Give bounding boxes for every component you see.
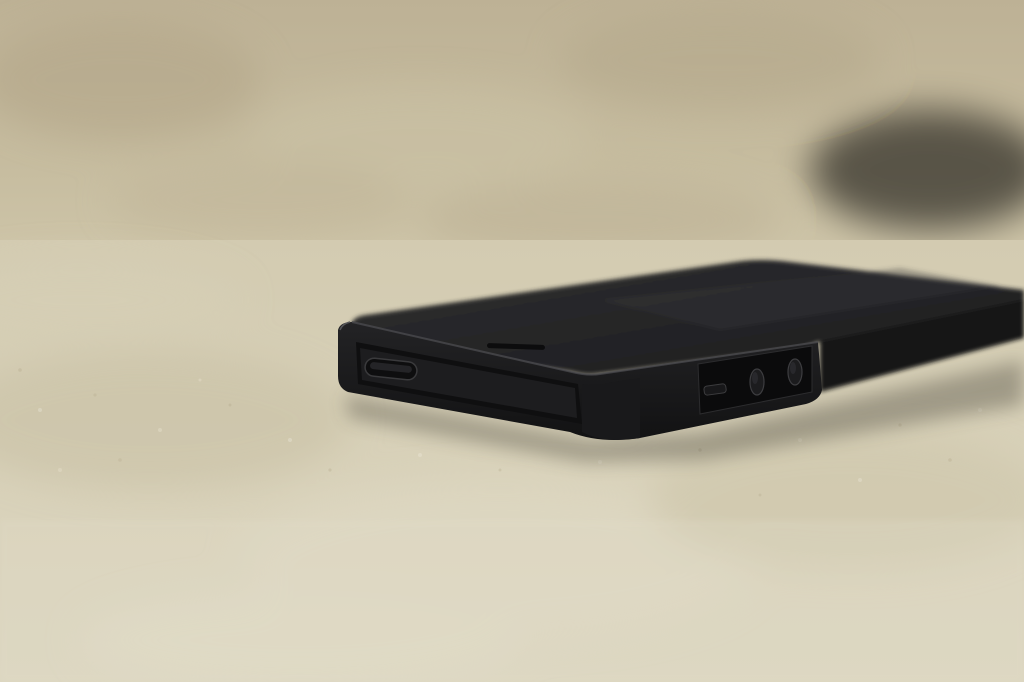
volume-up-highlight bbox=[752, 372, 758, 384]
volume-down-highlight bbox=[790, 362, 796, 374]
photo-canvas bbox=[0, 0, 1024, 682]
phone-corner bbox=[582, 378, 640, 440]
photo-scene bbox=[0, 0, 1024, 682]
foreground-haze bbox=[0, 520, 1024, 682]
